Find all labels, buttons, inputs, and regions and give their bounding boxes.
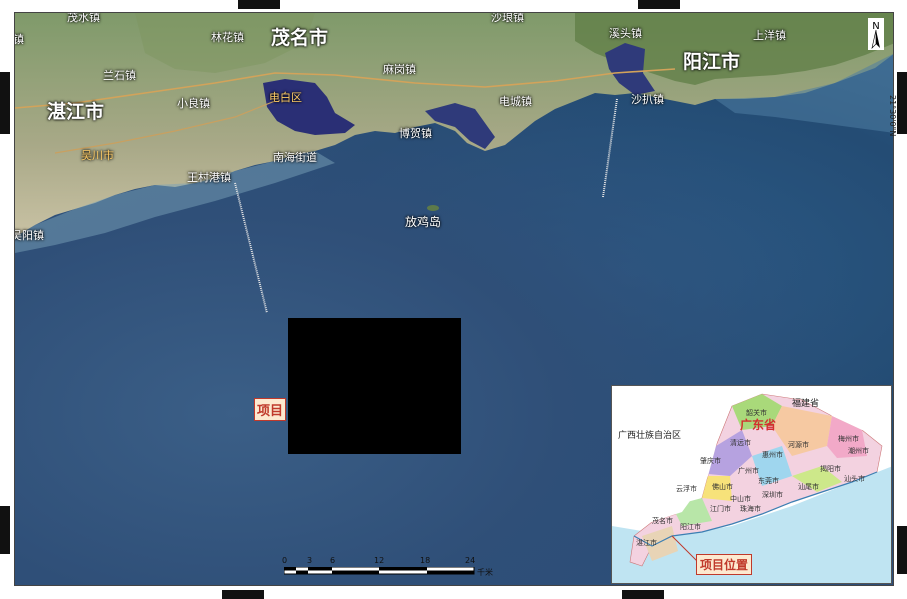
scale-tick-label: 6 [330, 556, 336, 565]
town-label: 兰石镇 [103, 69, 136, 82]
inset-city-label: 东莞市 [758, 477, 779, 485]
inset-city-label: 中山市 [730, 495, 751, 503]
inset-city-label: 汕头市 [844, 475, 865, 483]
pipeline [602, 98, 618, 198]
north-arrow: N [868, 18, 884, 50]
inset-city-label: 珠海市 [740, 505, 761, 513]
town-label: 沙琅镇 [491, 12, 524, 24]
scale-unit: 千米 [477, 568, 493, 577]
town-label: 沙扒镇 [631, 93, 664, 106]
inset-city-label: 韶关市 [746, 409, 767, 417]
inset-city-label: 清远市 [730, 439, 751, 447]
inset-province-label: 广东省 [740, 418, 777, 432]
town-label: 上洋镇 [753, 29, 786, 42]
scale-tick-label: 12 [374, 556, 385, 565]
inset-city-label: 肇庆市 [700, 457, 721, 465]
city-maoming: 茂名市 [271, 27, 329, 49]
frame-tick [897, 72, 907, 134]
project-label: 项目 [254, 398, 287, 421]
town-label: 小良镇 [177, 97, 210, 110]
inset-project-label: 项目位置 [696, 554, 753, 575]
inset-city-label: 茂名市 [652, 517, 673, 525]
inset-city-label: 广州市 [738, 467, 759, 475]
town-label: 林花镇 [211, 31, 244, 44]
inset-city-label: 湛江市 [636, 539, 657, 547]
county-dianbai: 电白区 [269, 91, 302, 104]
inset-neighbor-label: 广西壮族自治区 [618, 431, 682, 441]
inset-city-label: 云浮市 [676, 485, 697, 493]
scale-tick-label: 0 [282, 556, 288, 565]
town-label: 茂水镇 [67, 12, 100, 24]
frame-tick [0, 506, 10, 554]
island-shape [427, 205, 439, 211]
inset-neighbor-label: 福建省 [792, 399, 820, 409]
scale-tick-label: 3 [307, 556, 313, 565]
map-frame: 茂名市 湛江市 阳江市 电白区 吴川市 茂水镇 沙琅镇 镇 林花镇 兰石镇 小良… [0, 0, 907, 599]
city-yangjiang: 阳江市 [683, 51, 741, 73]
county-wuchuan: 吴川市 [81, 149, 114, 162]
inset-city-label: 深圳市 [762, 491, 783, 499]
redacted-area [288, 318, 461, 454]
frame-tick [897, 526, 907, 574]
inset-city-label: 潮州市 [848, 447, 869, 455]
frame-tick [638, 0, 680, 9]
inset-city-label: 汕尾市 [798, 483, 819, 491]
scale-bar-graphic [284, 567, 475, 575]
pipeline [234, 182, 268, 314]
town-label: 吴阳镇 [14, 229, 44, 242]
city-zhanjiang: 湛江市 [47, 101, 105, 123]
town-label: 博贺镇 [399, 127, 432, 140]
frame-tick [238, 0, 280, 9]
town-label: 麻岗镇 [383, 63, 416, 76]
inset-city-label: 阳江市 [680, 523, 701, 531]
inset-city-label: 佛山市 [712, 483, 733, 491]
town-label: 王村港镇 [187, 171, 231, 184]
frame-tick [0, 72, 10, 134]
inset-city-label: 梅州市 [838, 435, 859, 443]
scale-tick-label: 18 [420, 556, 431, 565]
inset-city-label: 惠州市 [762, 451, 783, 459]
frame-tick [222, 590, 264, 599]
inset-city-label: 江门市 [710, 505, 731, 513]
frame-tick [622, 590, 664, 599]
scale-bar: 0 3 6 12 18 24 千米 [282, 556, 494, 580]
town-label: 南海街道 [273, 151, 317, 164]
scale-tick-label: 24 [465, 556, 476, 565]
north-arrow-icon: N [868, 18, 884, 50]
town-label: 溪头镇 [609, 27, 642, 40]
latitude-label: 21°30'0"N [888, 95, 897, 137]
inset-city-label: 揭阳市 [820, 465, 841, 473]
town-label: 电城镇 [499, 95, 532, 108]
inset-city-label: 河源市 [788, 441, 809, 449]
island-label: 放鸡岛 [405, 215, 442, 229]
town-label: 镇 [14, 33, 24, 46]
